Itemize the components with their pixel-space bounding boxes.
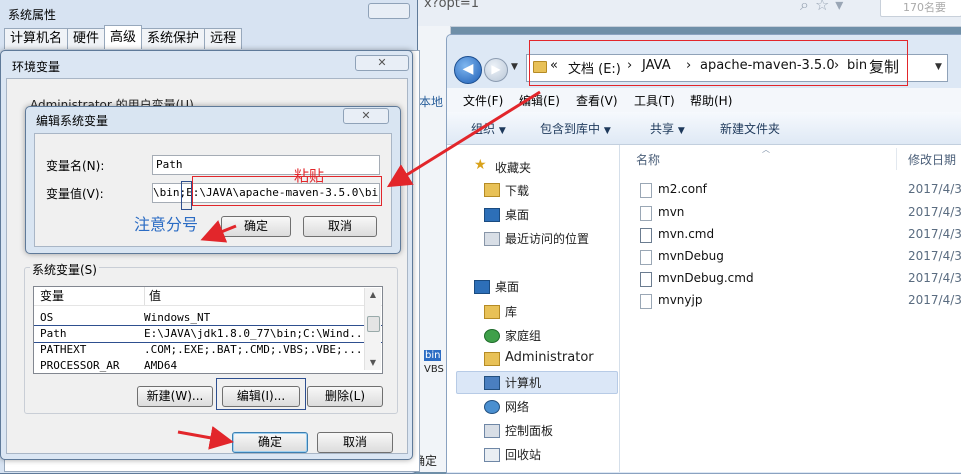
arrow-to-edit-ok: [200, 220, 237, 243]
arrow-copy-to-paste: [386, 90, 541, 188]
arrow-to-envvars-ok: [177, 426, 234, 450]
annotation-arrows: [177, 90, 541, 450]
